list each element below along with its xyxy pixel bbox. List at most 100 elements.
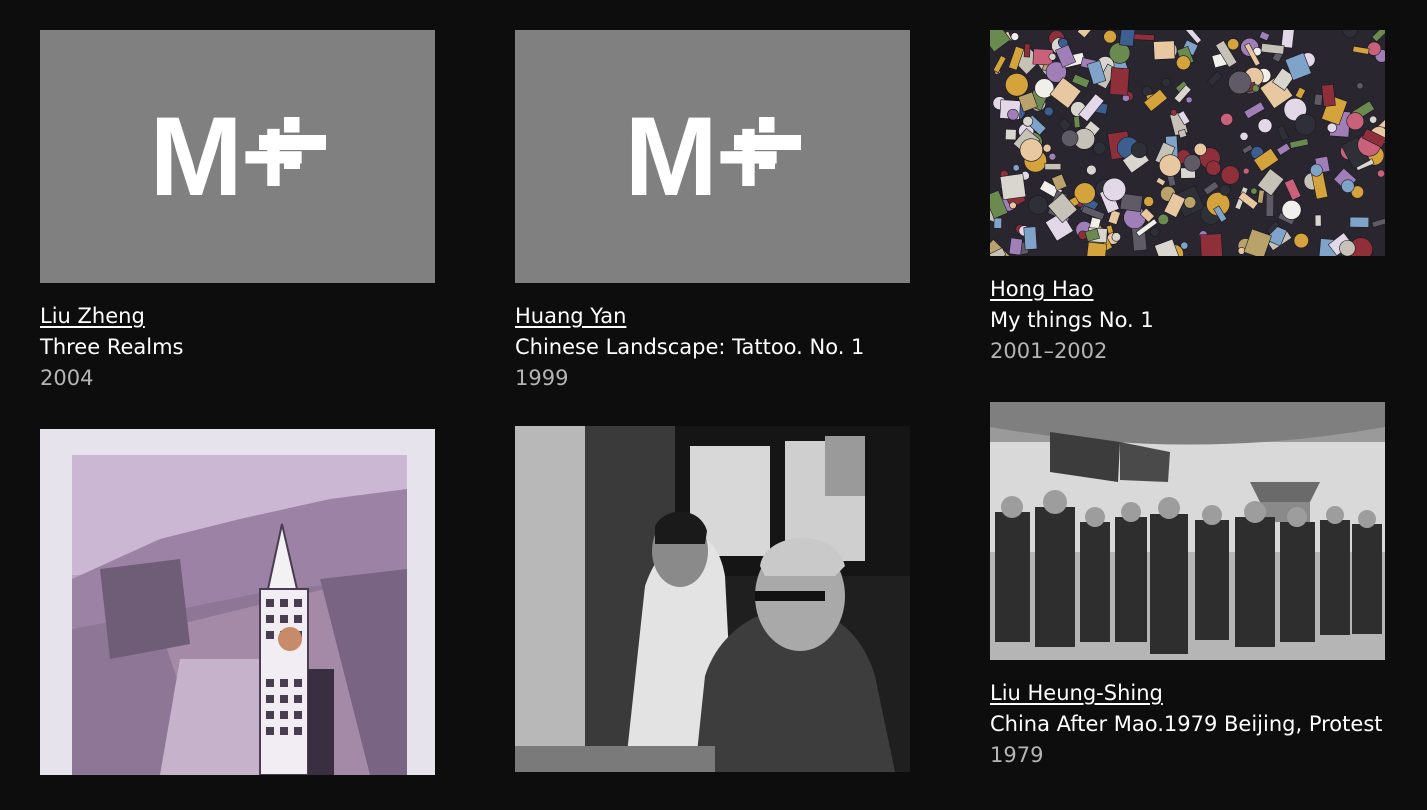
collage-object <box>1257 118 1273 133</box>
artwork-meta: Liu Heung-Shing China After Mao.1979 Bei… <box>990 660 1385 771</box>
collage-object <box>1023 43 1031 58</box>
collage-object <box>1239 131 1249 141</box>
m-plus-logo-shape <box>283 116 300 133</box>
artwork-thumbnail-placeholder[interactable]: M+ <box>515 30 910 283</box>
collage-object <box>1007 108 1019 121</box>
collage-object <box>1102 177 1127 202</box>
collage-object <box>1170 108 1178 116</box>
artwork-card[interactable] <box>515 426 910 772</box>
grid-column-2: M+ Huang Yan Chinese Landscape: Tattoo. … <box>515 30 910 807</box>
collage-object <box>1260 43 1285 55</box>
collage-object <box>1314 214 1322 227</box>
artist-link[interactable]: Huang Yan <box>515 301 626 332</box>
collage-object <box>1220 165 1240 185</box>
collage-object <box>1085 241 1108 256</box>
great-wall-costume-photo[interactable] <box>40 429 435 775</box>
collage-object <box>1086 164 1097 176</box>
collage-object <box>1073 116 1081 129</box>
collage-object <box>1313 93 1323 106</box>
collage-object <box>1289 138 1309 149</box>
collage-object <box>1321 83 1336 107</box>
collage-object <box>1180 241 1189 250</box>
artist-link[interactable]: Liu Zheng <box>40 301 145 332</box>
collage-object <box>1183 154 1201 172</box>
collage-object <box>1071 73 1091 89</box>
artwork-card[interactable]: M+ Huang Yan Chinese Landscape: Tattoo. … <box>515 30 910 394</box>
collage-object <box>1157 213 1170 226</box>
collage-object <box>1242 167 1250 175</box>
collage-object <box>1185 96 1193 104</box>
collage-object <box>1180 30 1202 45</box>
grid-column-3: Hong Hao My things No. 1 2001–2002 Liu H… <box>990 30 1385 806</box>
collage-object <box>1199 233 1224 256</box>
collage-object <box>1309 163 1323 177</box>
m-plus-logo-text: M+ <box>624 93 782 219</box>
collage-object <box>1048 52 1057 61</box>
collage-object <box>1280 30 1296 49</box>
collage-object <box>1276 124 1290 142</box>
artwork-title: Chinese Landscape: Tattoo. No. 1 <box>515 335 865 359</box>
collage-object <box>1092 141 1107 155</box>
collage-object <box>1005 73 1029 97</box>
m-plus-logo-shape <box>758 152 775 169</box>
collage-object <box>1159 154 1182 177</box>
collage-object <box>1207 70 1223 87</box>
collage-object <box>1193 142 1207 156</box>
artwork-thumbnail-placeholder[interactable]: M+ <box>40 30 435 283</box>
collage-object <box>1243 101 1266 120</box>
collage-object <box>1346 112 1365 131</box>
collage-object <box>1326 122 1337 133</box>
m-plus-logo-shape <box>283 152 300 169</box>
collage-object <box>1119 30 1136 47</box>
collage-object <box>1161 77 1171 88</box>
collage-object <box>1265 192 1274 217</box>
artist-link[interactable]: Liu Heung-Shing <box>990 678 1163 709</box>
collage-object <box>1010 32 1020 41</box>
bw-painters-studio-photo[interactable] <box>515 426 910 772</box>
collage-object <box>1130 141 1148 159</box>
m-plus-logo-icon: M+ <box>150 100 326 212</box>
collage-object <box>999 173 1027 201</box>
collage-object <box>1341 179 1355 193</box>
collage-object <box>1153 40 1176 60</box>
collage-object <box>1183 196 1197 209</box>
artwork-grid: M+ Liu Zheng Three Realms 2004 M+ Huang … <box>0 0 1427 775</box>
collage-object <box>1251 84 1260 93</box>
collage-object <box>1043 106 1054 117</box>
collage-object <box>1349 216 1370 228</box>
collage-object <box>1250 187 1258 195</box>
artwork-meta: Hong Hao My things No. 1 2001–2002 <box>990 256 1385 367</box>
artwork-year: 2004 <box>40 366 94 390</box>
m-plus-logo-shape <box>258 134 326 150</box>
collage-object <box>1220 112 1234 126</box>
bw-protest-photo[interactable] <box>990 402 1385 660</box>
artwork-card[interactable]: Liu Heung-Shing China After Mao.1979 Bei… <box>990 402 1385 771</box>
collage-of-objects-photo[interactable] <box>990 30 1385 256</box>
artwork-title: China After Mao.1979 Beijing, Protest <box>990 712 1383 736</box>
collage-object <box>1019 138 1043 162</box>
artwork-card[interactable]: M+ Liu Zheng Three Realms 2004 <box>40 30 435 394</box>
collage-object <box>1294 86 1307 100</box>
collage-object <box>1133 33 1155 41</box>
collage-object <box>993 217 1002 229</box>
artwork-card[interactable] <box>40 429 435 775</box>
m-plus-logo-shape <box>733 134 801 150</box>
collage-object <box>1352 45 1370 55</box>
collage-object <box>1028 194 1049 215</box>
collage-object <box>1276 142 1291 156</box>
m-plus-logo-icon: M+ <box>625 100 801 212</box>
collage-object <box>1258 30 1271 42</box>
collage-object <box>1377 169 1385 178</box>
collage-object <box>1042 143 1052 153</box>
collage-object <box>1048 152 1057 161</box>
artwork-year: 1979 <box>990 743 1044 767</box>
artwork-card[interactable]: Hong Hao My things No. 1 2001–2002 <box>990 30 1385 367</box>
collage-object <box>1012 164 1020 172</box>
collage-object <box>1057 117 1072 132</box>
collage-object <box>1044 163 1062 171</box>
artist-link[interactable]: Hong Hao <box>990 274 1093 305</box>
collage-object <box>1369 115 1378 124</box>
collage-object <box>1283 178 1302 201</box>
collage-object <box>1257 189 1265 204</box>
collage-object <box>1023 226 1038 251</box>
